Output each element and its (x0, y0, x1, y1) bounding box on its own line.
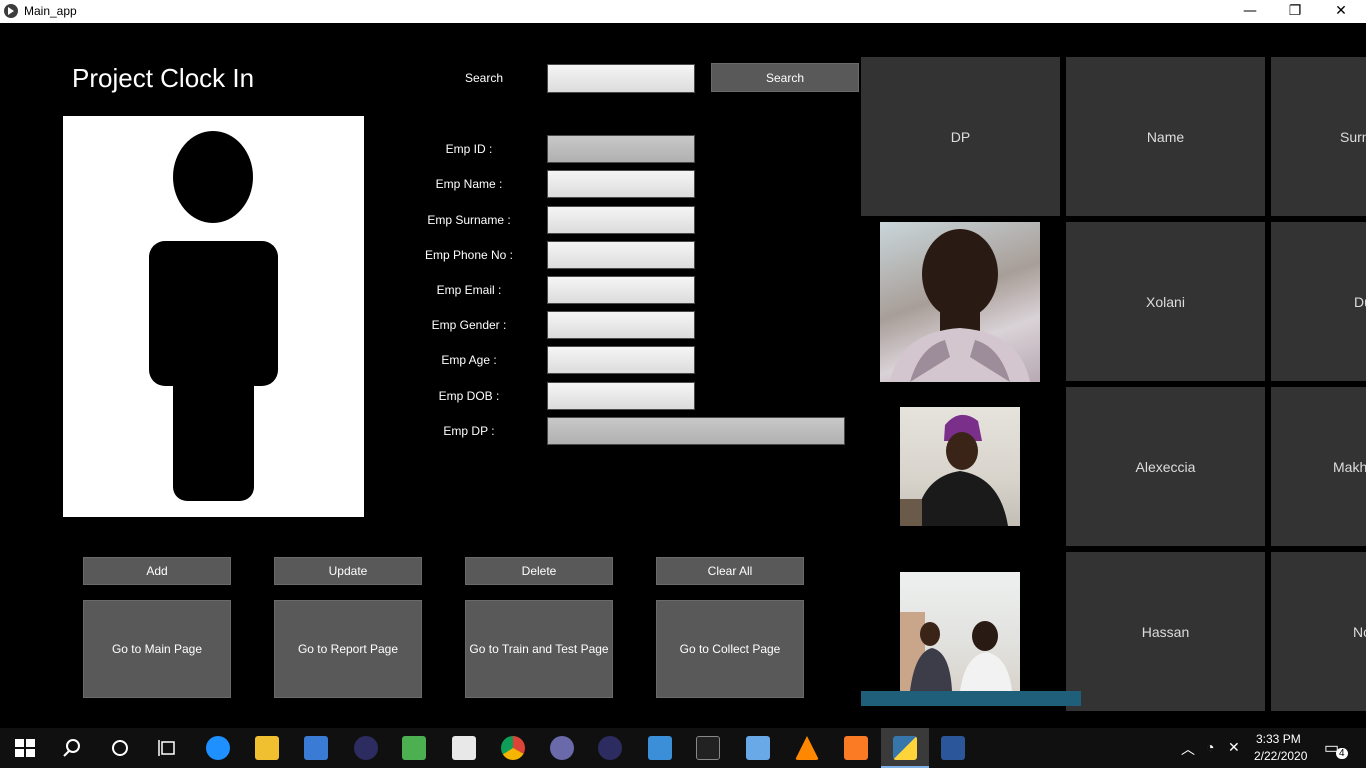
chevron-up-icon[interactable]: ︿ (1181, 739, 1195, 759)
cortana-icon[interactable] (108, 736, 132, 760)
word-icon[interactable] (941, 736, 965, 760)
go-to-train-test-page-button[interactable]: Go to Train and Test Page (465, 600, 613, 698)
table-row-photo (880, 222, 1040, 382)
search-button[interactable]: Search (711, 63, 859, 92)
emp-surname-label: Emp Surname : (427, 213, 511, 227)
emp-phone-field[interactable] (547, 241, 695, 269)
notification-count-badge: 4 (1336, 748, 1348, 759)
eclipse-icon[interactable] (354, 736, 378, 760)
close-button[interactable]: ✕ (1318, 0, 1364, 23)
go-to-collect-page-button[interactable]: Go to Collect Page (656, 600, 804, 698)
emp-dp-field[interactable] (547, 417, 845, 445)
clear-all-button[interactable]: Clear All (656, 557, 804, 585)
emp-gender-field[interactable] (547, 311, 695, 339)
task-view-icon[interactable] (156, 736, 180, 760)
table-cell-name: Xolani (1066, 222, 1265, 381)
emp-age-label: Emp Age : (441, 353, 497, 367)
emp-dob-field[interactable] (547, 382, 695, 410)
emp-email-field[interactable] (547, 276, 695, 304)
xampp-icon[interactable] (844, 736, 868, 760)
windows-start-icon[interactable] (13, 736, 37, 760)
control-panel-icon[interactable] (648, 736, 672, 760)
table-cell-name: Alexeccia (1066, 387, 1265, 546)
emp-dp-label: Emp DP : (443, 424, 495, 438)
eclipse-alt-icon[interactable] (598, 736, 622, 760)
emp-id-field[interactable] (547, 135, 695, 163)
table-row-photo (900, 572, 1020, 691)
avatar-legs-shape (173, 371, 254, 501)
emp-dob-label: Emp DOB : (438, 389, 500, 403)
table-cell-surname: Nc (1271, 552, 1366, 711)
table-header-dp: DP (861, 57, 1060, 216)
emp-age-field[interactable] (547, 346, 695, 374)
emp-phone-label: Emp Phone No : (424, 248, 514, 262)
edge-browser-icon[interactable] (206, 736, 230, 760)
minimize-button[interactable]: — (1227, 0, 1273, 23)
python-icon (893, 736, 917, 760)
table-cell-surname: Makh (1271, 387, 1366, 546)
table-row-photo (900, 407, 1020, 526)
table-cell-name: Hassan (1066, 552, 1265, 711)
torrent-icon[interactable] (550, 736, 574, 760)
emp-name-field[interactable] (547, 170, 695, 198)
update-button[interactable]: Update (274, 557, 422, 585)
table-horizontal-scrollbar[interactable] (861, 691, 1081, 706)
chrome-icon[interactable] (501, 736, 525, 760)
emp-id-label: Emp ID : (445, 142, 493, 156)
go-to-report-page-button[interactable]: Go to Report Page (274, 600, 422, 698)
emp-email-label: Emp Email : (436, 283, 502, 297)
window-titlebar: Main_app — ❐ ✕ (0, 0, 1366, 23)
delete-button[interactable]: Delete (465, 557, 613, 585)
search-icon[interactable] (60, 736, 84, 760)
taskbar: ︿ ◔ ✕ 3:33 PM 2/22/2020 ▭ 4 (0, 728, 1366, 768)
add-button[interactable]: Add (83, 557, 231, 585)
emp-name-label: Emp Name : (435, 177, 503, 191)
avatar-body-shape (149, 241, 278, 386)
wifi-icon[interactable]: ◔ (1206, 739, 1214, 755)
mail-icon[interactable] (452, 736, 476, 760)
person-photo-icon (900, 612, 1012, 691)
notepad-plus-icon[interactable] (402, 736, 426, 760)
emp-gender-label: Emp Gender : (431, 318, 507, 332)
virtualbox-icon[interactable] (746, 736, 770, 760)
app-icon (4, 4, 18, 18)
clock-time[interactable]: 3:33 PM (1256, 732, 1301, 746)
terminal-icon[interactable] (696, 736, 720, 760)
search-input[interactable] (547, 64, 695, 93)
table-header-surname: Surname (1271, 57, 1366, 216)
table-cell-surname: Du (1271, 222, 1366, 381)
avatar-head-shape (173, 131, 253, 223)
person-photo-icon (890, 229, 1030, 382)
page-title: Project Clock In (72, 63, 255, 93)
python-app-active-tab[interactable] (881, 728, 929, 768)
go-to-main-page-button[interactable]: Go to Main Page (83, 600, 231, 698)
vlc-icon[interactable] (795, 736, 819, 760)
store-icon[interactable] (304, 736, 328, 760)
search-label: Search (464, 71, 504, 85)
restore-button[interactable]: ❐ (1272, 0, 1318, 23)
clock-date[interactable]: 2/22/2020 (1254, 749, 1307, 763)
file-explorer-icon[interactable] (255, 736, 279, 760)
speaker-muted-icon[interactable]: ✕ (1228, 739, 1240, 756)
app-window: Project Clock In Search Search Emp ID : … (0, 23, 1366, 728)
emp-surname-field[interactable] (547, 206, 695, 234)
person-photo-icon (900, 414, 1008, 526)
table-header-name: Name (1066, 57, 1265, 216)
employee-photo-placeholder (63, 116, 364, 517)
window-title: Main_app (24, 4, 77, 18)
